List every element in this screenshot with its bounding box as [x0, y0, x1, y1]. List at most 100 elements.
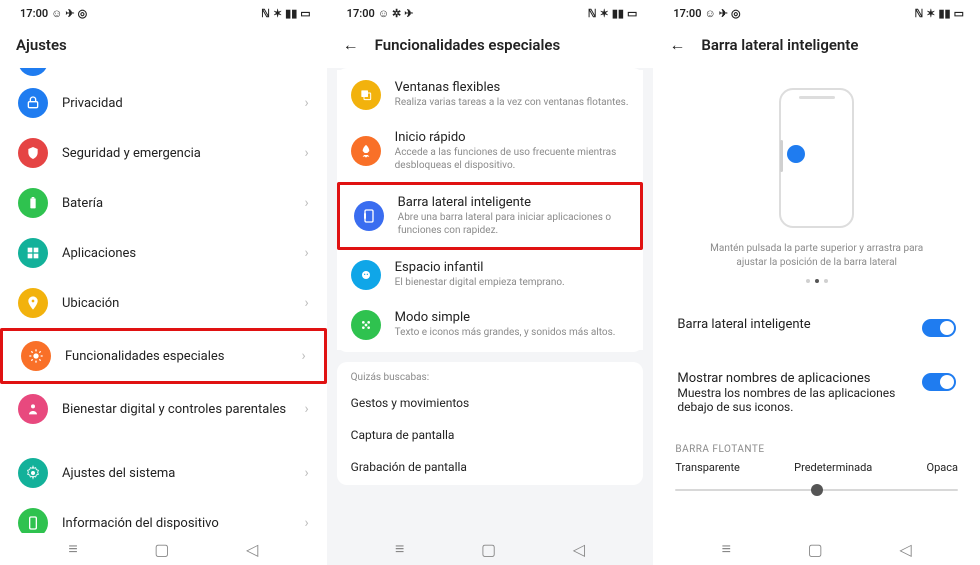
item-label: Ventanas flexibles [395, 80, 630, 95]
settings-item-aplicaciones[interactable]: Aplicaciones › [0, 228, 327, 278]
suggestion-gestos-movimientos[interactable]: Gestos y movimientos [337, 387, 644, 419]
nav-bar: ≡ ▢ ◁ [653, 533, 980, 565]
item-label: Inicio rápido [395, 130, 630, 145]
switch-on-icon[interactable] [922, 319, 956, 337]
nfc-icon: ℕ [588, 7, 597, 20]
special-features-icon [21, 341, 51, 371]
sidebar-icon [354, 201, 384, 231]
screen-settings: 17:00 ☺ ✈ ◎ ℕ ✶ ▮▮ ▭ Ajustes Privacidad … [0, 0, 327, 565]
chevron-right-icon: › [304, 145, 308, 161]
nav-recent-icon[interactable]: ≡ [395, 539, 404, 559]
settings-item-privacidad[interactable]: Privacidad › [0, 78, 327, 128]
device-icon [18, 508, 48, 533]
nfc-icon: ℕ [261, 7, 270, 20]
nfc-icon: ℕ [914, 7, 923, 20]
item-label: Información del dispositivo [62, 516, 290, 531]
chevron-right-icon: › [304, 245, 308, 261]
suggestions-card: Quizás buscabas: Gestos y movimientos Ca… [337, 362, 644, 485]
switch-on-icon[interactable] [922, 373, 956, 391]
feature-item-barra-lateral-inteligente[interactable]: Barra lateral inteligente Abre una barra… [337, 182, 644, 250]
nav-back-icon[interactable]: ◁ [899, 540, 911, 559]
nav-back-icon[interactable]: ◁ [573, 540, 585, 559]
page-title: Ajustes [16, 36, 67, 54]
nav-recent-icon[interactable]: ≡ [722, 539, 731, 559]
preview-caption: Mantén pulsada la parte superior y arras… [697, 242, 937, 269]
status-bar: 17:00 ☺ ✈ ◎ ℕ ✶ ▮▮ ▭ [653, 0, 980, 22]
settings-item-bateria[interactable]: Batería › [0, 178, 327, 228]
opacity-slider[interactable] [675, 480, 958, 500]
item-label: Bienestar digital y controles parentales [62, 402, 290, 417]
nav-home-icon[interactable]: ▢ [154, 540, 169, 559]
settings-icon: ✲ [392, 7, 401, 20]
signal-icon: ▮▮ [612, 7, 624, 20]
item-sublabel: Realiza varias tareas a la vez con venta… [395, 97, 630, 110]
gear-icon [18, 458, 48, 488]
vibrate-icon: ✶ [273, 7, 282, 20]
chevron-right-icon: › [304, 465, 308, 481]
telegram-icon: ✈ [65, 7, 74, 20]
settings-list: Privacidad › Seguridad y emergencia › Ba… [0, 68, 327, 533]
feature-item-ventanas-flexibles[interactable]: Ventanas flexibles Realiza varias tareas… [337, 70, 644, 120]
nav-recent-icon[interactable]: ≡ [68, 539, 77, 559]
chevron-right-icon: › [304, 95, 308, 111]
page-title: Funcionalidades especiales [375, 36, 560, 54]
toggle-mostrar-nombres[interactable]: Mostrar nombres de aplicaciones Muestra … [663, 359, 970, 426]
back-arrow-icon[interactable]: ← [669, 37, 685, 53]
settings-item-info-dispositivo[interactable]: Información del dispositivo › [0, 498, 327, 533]
whatsapp-icon: ☺ [378, 7, 389, 20]
feature-item-inicio-rapido[interactable]: Inicio rápido Accede a las funciones de … [337, 120, 644, 182]
section-barra-flotante: BARRA FLOTANTE [675, 444, 958, 455]
settings-item-ubicacion[interactable]: Ubicación › [0, 278, 327, 328]
item-label: Seguridad y emergencia [62, 146, 290, 161]
telegram-icon: ✈ [404, 7, 413, 20]
slider-labels: Transparente Predeterminada Opaca [675, 461, 958, 474]
telegram-icon: ✈ [719, 7, 728, 20]
chevron-right-icon: › [304, 515, 308, 531]
kids-icon [351, 260, 381, 290]
item-label: Batería [62, 196, 290, 211]
signal-icon: ▮▮ [939, 7, 951, 20]
location-icon [18, 288, 48, 318]
item-label: Aplicaciones [62, 246, 290, 261]
item-label: Barra lateral inteligente [398, 195, 627, 210]
back-arrow-icon[interactable]: ← [343, 37, 359, 53]
shield-icon [18, 138, 48, 168]
item-label: Espacio infantil [395, 260, 630, 275]
suggestion-grabacion-pantalla[interactable]: Grabación de pantalla [337, 451, 644, 483]
slider-knob-icon[interactable] [811, 484, 823, 496]
feature-item-modo-simple[interactable]: Modo simple Texto e iconos más grandes, … [337, 300, 644, 350]
suggestion-captura-pantalla[interactable]: Captura de pantalla [337, 419, 644, 451]
toggle-label: Barra lateral inteligente [677, 317, 810, 332]
nav-back-icon[interactable]: ◁ [246, 540, 258, 559]
item-sublabel: El bienestar digital empieza temprano. [395, 277, 630, 290]
nav-home-icon[interactable]: ▢ [808, 540, 823, 559]
phone-preview [779, 88, 854, 228]
item-sublabel: Texto e iconos más grandes, y sonidos má… [395, 327, 630, 340]
camera-icon: ◎ [78, 7, 88, 20]
camera-icon: ◎ [731, 7, 741, 20]
sidebar-handle-icon [787, 145, 805, 163]
settings-item-seguridad[interactable]: Seguridad y emergencia › [0, 128, 327, 178]
page-indicator [806, 279, 828, 283]
status-time: 17:00 [20, 7, 48, 20]
header: Ajustes [0, 22, 327, 68]
item-label: Modo simple [395, 310, 630, 325]
feature-item-espacio-infantil[interactable]: Espacio infantil El bienestar digital em… [337, 250, 644, 300]
vibrate-icon: ✶ [600, 7, 609, 20]
battery-icon: ▭ [627, 7, 637, 20]
whatsapp-icon: ☺ [704, 7, 715, 20]
status-bar: 17:00 ☺ ✈ ◎ ℕ ✶ ▮▮ ▭ [0, 0, 327, 22]
toggle-label: Mostrar nombres de aplicaciones [677, 371, 870, 386]
settings-item-bienestar[interactable]: Bienestar digital y controles parentales… [0, 384, 327, 434]
wellbeing-icon [18, 394, 48, 424]
grid-icon [351, 310, 381, 340]
whatsapp-icon: ☺ [51, 7, 62, 20]
settings-item-ajustes-sistema[interactable]: Ajustes del sistema › [0, 448, 327, 498]
toggle-barra-lateral[interactable]: Barra lateral inteligente [663, 305, 970, 349]
windows-icon [351, 80, 381, 110]
battery-icon: ▭ [954, 7, 964, 20]
settings-item-funcionalidades-especiales[interactable]: Funcionalidades especiales › [0, 328, 327, 384]
slider-label-right: Opaca [927, 461, 958, 474]
nav-home-icon[interactable]: ▢ [481, 540, 496, 559]
slider-label-mid: Predeterminada [794, 461, 872, 474]
